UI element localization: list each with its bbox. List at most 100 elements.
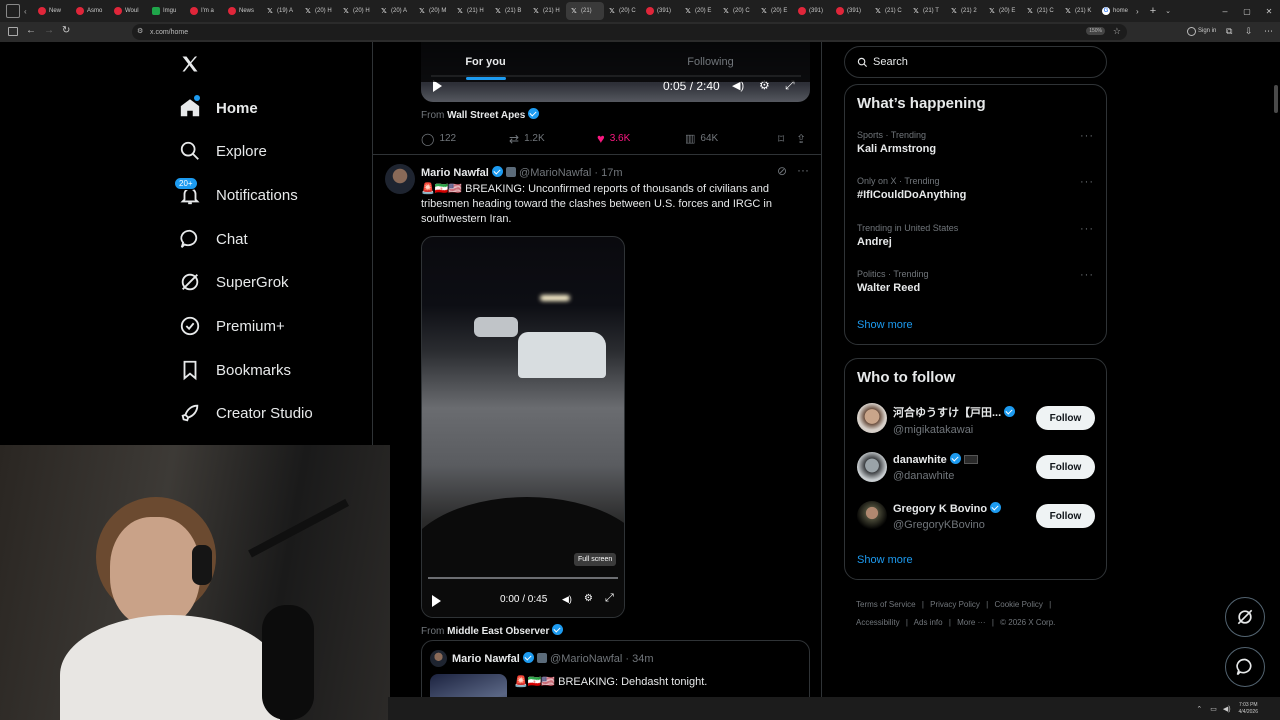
trend-item[interactable]: Sports · Trending Kali Armstrong [857,130,936,155]
account-avatar[interactable] [857,403,887,433]
volume-icon[interactable]: ◀) [562,594,572,605]
nav-bookmarks[interactable]: Bookmarks [178,350,291,390]
bookmark-post-icon[interactable]: ⌑ [778,132,784,146]
browser-tab[interactable]: (391) [832,2,870,20]
footer-cookie-link[interactable]: Cookie Policy [994,600,1042,609]
browser-tab[interactable]: 𝕏 (21) [566,2,604,20]
network-icon[interactable]: ▭ [1210,705,1217,713]
more-icon[interactable]: ··· [797,163,809,177]
trend-more-icon[interactable]: ··· [1080,176,1094,188]
footer-ads-link[interactable]: Ads info [914,618,943,627]
volume-tray-icon[interactable]: ◀) [1223,705,1231,713]
account-avatar[interactable] [857,452,887,482]
clock[interactable]: 7:03 PM 4/4/2026 [1239,702,1258,716]
author-name[interactable]: Mario Nawfal [421,167,489,179]
browser-tab[interactable]: (391) [794,2,832,20]
post-time[interactable]: · 17m [594,167,622,179]
close-icon[interactable]: ✕ [1258,7,1280,16]
browser-tab[interactable]: 𝕏 (20) M [414,2,452,20]
browser-tab[interactable]: 𝕏 (20) H [338,2,376,20]
extensions-icon[interactable]: ⧉ [1226,26,1232,37]
browser-tab[interactable]: Ghome [1098,2,1136,20]
chevron-left-icon[interactable]: ‹ [24,7,34,16]
browser-tab[interactable]: Asmo [72,2,110,20]
minimize-icon[interactable]: – [1214,6,1236,16]
messages-fab[interactable] [1225,647,1265,687]
author-avatar[interactable] [385,164,415,194]
views-button[interactable]: ▥ 64K [685,132,773,145]
account-info[interactable]: Gregory K Bovino @GregoryKBovino [893,502,1002,531]
settings-icon[interactable]: ⚙ [584,593,593,604]
nav-chat[interactable]: Chat [178,219,248,259]
refresh-icon[interactable]: ↻ [62,25,70,36]
browser-tab[interactable]: Imgu [148,2,186,20]
like-button[interactable]: ♥ 3.6K [597,131,685,146]
source-link[interactable]: Middle East Observer [447,626,549,637]
trend-more-icon[interactable]: ··· [1080,130,1094,142]
browser-tab[interactable]: 𝕏 (21) C [1022,2,1060,20]
tab-list-chevron-icon[interactable]: ⌄ [1160,7,1176,15]
browser-tab[interactable]: 𝕏 (21) T [908,2,946,20]
sign-in-label[interactable]: Sign in [1198,28,1216,34]
post-video[interactable]: Full screen 0:00 / 0:45 ◀) ⚙ ⤢ [421,236,625,618]
forward-icon[interactable]: → [44,25,54,36]
x-logo[interactable] [180,54,200,74]
browser-tab[interactable]: New [34,2,72,20]
site-info-icon[interactable]: ⚙ [137,27,143,35]
footer-terms-link[interactable]: Terms of Service [856,600,916,609]
repost-button[interactable]: ⇄ 1.2K [509,132,597,146]
follow-button[interactable]: Follow [1036,406,1095,430]
follow-button[interactable]: Follow [1036,504,1095,528]
back-icon[interactable]: ← [26,25,36,36]
browser-tab[interactable]: 𝕏 (21) C [870,2,908,20]
nav-premium[interactable]: Premium+ [178,306,285,346]
play-icon[interactable] [432,595,441,607]
tab-for-you[interactable]: For you [373,42,598,82]
menu-icon[interactable]: ⋯ [1264,26,1273,37]
browser-tab[interactable]: 𝕏 (20) C [718,2,756,20]
browser-tab[interactable]: 𝕏 (21) H [452,2,490,20]
nav-creator-studio[interactable]: Creator Studio [178,393,313,433]
nav-explore[interactable]: Explore [178,131,267,171]
author-handle[interactable]: @MarioNawfal [519,167,591,179]
tab-scroll-right-icon[interactable]: › [1136,7,1146,16]
trend-item[interactable]: Politics · Trending Walter Reed [857,269,929,294]
browser-tab[interactable]: 𝕏 (21) H [528,2,566,20]
browser-tab[interactable]: 𝕏 (19) A [262,2,300,20]
grok-post-icon[interactable]: ⊘ [777,164,787,178]
trend-item[interactable]: Only on X · Trending #IfICouldDoAnything [857,176,966,201]
browser-tab[interactable]: 𝕏 (20) A [376,2,414,20]
trend-more-icon[interactable]: ··· [1080,223,1094,235]
follow-button[interactable]: Follow [1036,455,1095,479]
browser-tab[interactable]: 𝕏 (20) C [604,2,642,20]
browser-tab[interactable]: 𝕏 (20) H [300,2,338,20]
tab-actions-icon[interactable] [6,4,20,18]
url-field[interactable]: ⚙ x.com/home 150% ☆ [132,24,1127,40]
browser-tab[interactable]: 𝕏 (21) K [1060,2,1098,20]
browser-tab[interactable]: 𝕏 (20) E [984,2,1022,20]
browser-tab[interactable]: 𝕏 (20) E [756,2,794,20]
profile-icon[interactable] [1187,27,1196,36]
reply-button[interactable]: ◯ 122 [421,132,509,146]
browser-tab[interactable]: (391) [642,2,680,20]
star-icon[interactable]: ☆ [1113,26,1121,37]
browser-tab[interactable]: I'm a [186,2,224,20]
tab-following[interactable]: Following [598,42,821,82]
footer-accessibility-link[interactable]: Accessibility [856,618,900,627]
browser-tab[interactable]: 𝕏 (21) 2 [946,2,984,20]
downloads-icon[interactable]: ⇩ [1245,26,1253,37]
grok-fab[interactable] [1225,597,1265,637]
footer-more-link[interactable]: More ··· [957,618,985,627]
account-avatar[interactable] [857,501,887,531]
trend-item[interactable]: Trending in United States Andrej [857,223,958,248]
source-link[interactable]: Wall Street Apes [447,110,525,121]
footer-privacy-link[interactable]: Privacy Policy [930,600,980,609]
browser-tab[interactable]: Woul [110,2,148,20]
zoom-badge[interactable]: 150% [1086,27,1105,35]
maximize-icon[interactable]: ▢ [1236,7,1258,16]
show-more-accounts-link[interactable]: Show more [857,554,913,566]
sidebar-toggle-icon[interactable] [8,27,18,36]
fullscreen-icon[interactable]: ⤢ [605,592,614,605]
nav-notifications[interactable]: 20+ Notifications [174,175,298,215]
trend-more-icon[interactable]: ··· [1080,269,1094,281]
